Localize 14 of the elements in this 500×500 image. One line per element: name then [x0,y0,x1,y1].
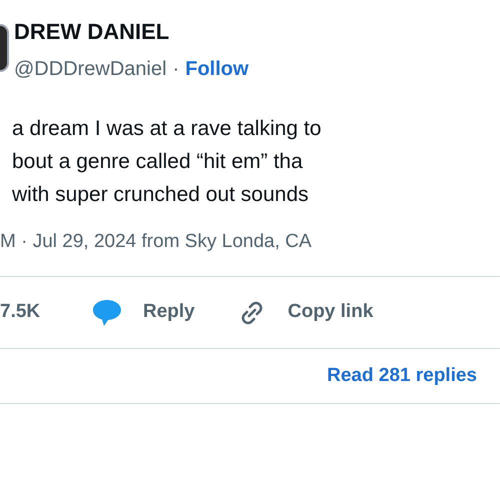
separator: · [172,57,180,82]
like-count[interactable]: 7.5K [0,298,92,327]
tweet-text-line: with super crunched out sounds [12,182,310,208]
read-replies-link[interactable]: Read 281 replies [327,362,477,390]
speech-bubble-icon [92,298,122,326]
tweet-text-line: bout a genre called “hit em” tha [12,149,304,175]
avatar[interactable] [0,24,9,72]
copy-link-button[interactable]: Copy link [236,298,374,328]
timestamp[interactable]: M · Jul 29, 2024 from Sky Londa, CA [0,229,500,255]
author-name[interactable]: DREW DANIEL [14,18,249,46]
author-handle[interactable]: @DDDrewDaniel [14,56,167,82]
follow-link[interactable]: Follow [185,56,249,82]
reply-button[interactable]: Reply [92,298,195,327]
tweet-text-line: a dream I was at a rave talking to [12,116,322,142]
